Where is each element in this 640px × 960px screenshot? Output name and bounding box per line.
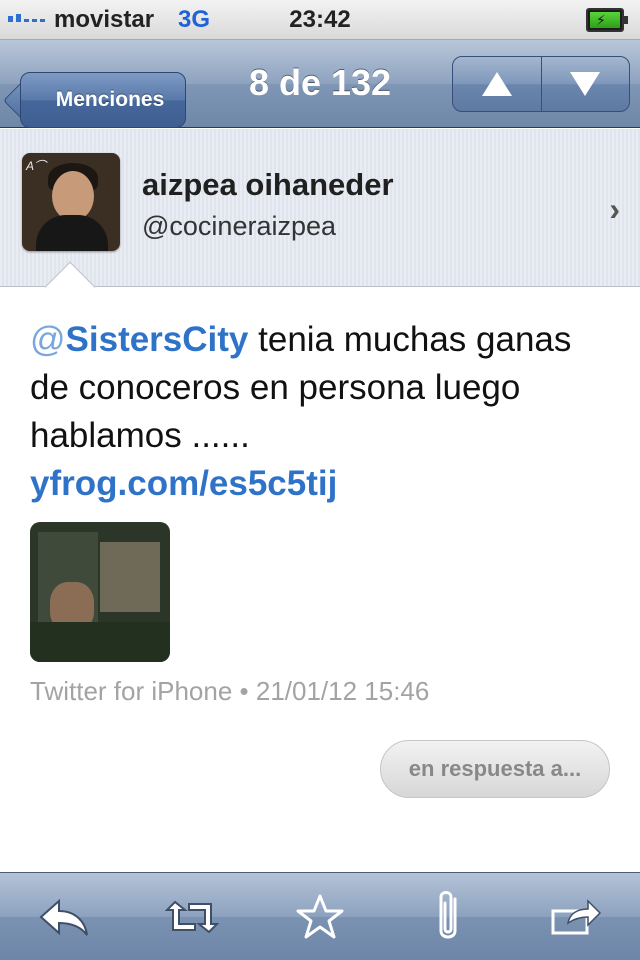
bottom-toolbar [0, 872, 640, 960]
share-button[interactable] [512, 873, 640, 960]
paperclip-icon [439, 890, 457, 938]
favorite-button[interactable] [256, 873, 384, 960]
chevron-right-icon[interactable]: › [609, 191, 620, 228]
battery-charging-icon: ⚡ [586, 8, 628, 32]
down-arrow-icon [570, 72, 601, 96]
back-button-wrap[interactable]: Menciones [10, 56, 186, 128]
navigation-bar: Menciones 8 de 132 [0, 40, 640, 128]
tweet-photo-thumbnail[interactable] [30, 522, 170, 662]
avatar[interactable]: A⌒ [22, 153, 120, 251]
reply-icon [39, 898, 88, 936]
mention-link[interactable]: @SistersCity [30, 320, 248, 359]
avatar-logo-mark: A⌒ [26, 159, 47, 173]
tweet-url-link[interactable]: yfrog.com/es5c5tij [30, 464, 337, 503]
attach-button[interactable] [384, 873, 512, 960]
star-icon [296, 894, 344, 938]
next-tweet-button[interactable] [540, 57, 630, 111]
user-profile-row[interactable]: A⌒ aizpea oihaneder @cocineraizpea › [0, 129, 640, 287]
previous-tweet-button[interactable] [453, 57, 541, 111]
prev-next-control [452, 56, 630, 112]
reply-button[interactable] [0, 873, 128, 960]
status-bar: movistar 3G 23:42 ⚡ [0, 0, 640, 40]
status-time: 23:42 [289, 6, 351, 33]
retweet-icon [165, 900, 219, 933]
share-icon [551, 898, 602, 934]
up-arrow-icon [481, 72, 512, 96]
back-button[interactable]: Menciones [20, 72, 186, 128]
back-button-label: Menciones [55, 88, 165, 111]
user-handle: @cocineraizpea [142, 211, 337, 241]
in-reply-to-button[interactable]: en respuesta a... [380, 740, 610, 798]
user-display-name: aizpea oihaneder [142, 167, 394, 202]
page-title: 8 de 132 [248, 62, 392, 103]
tweet-text: @SistersCity tenia muchas ganas de conoc… [30, 316, 620, 508]
tweet-meta: Twitter for iPhone • 21/01/12 15:46 [30, 676, 430, 706]
retweet-button[interactable] [128, 873, 256, 960]
